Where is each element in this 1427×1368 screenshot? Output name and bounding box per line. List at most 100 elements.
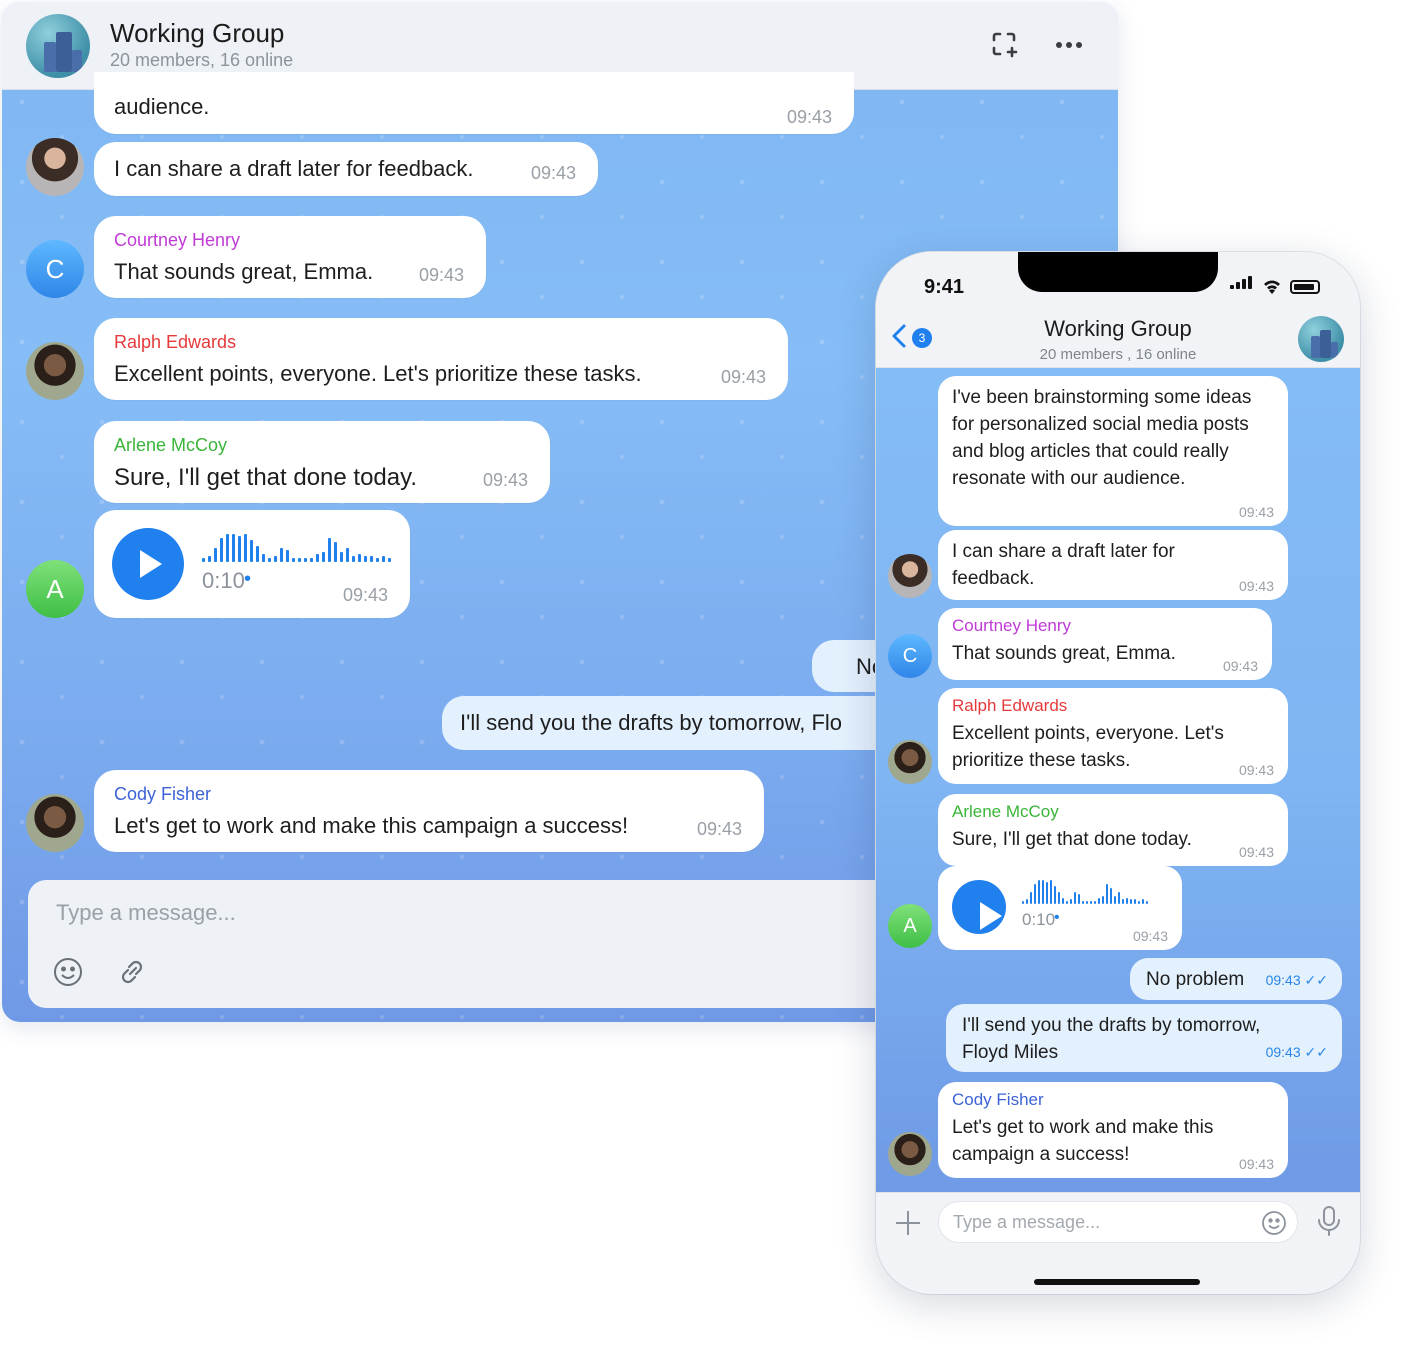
microphone-icon[interactable] <box>1316 1205 1342 1237</box>
message-time: 09:43 <box>418 265 464 285</box>
avatar-cody[interactable] <box>26 794 84 852</box>
emoji-icon[interactable] <box>1261 1210 1287 1236</box>
sender-name[interactable]: Cody Fisher <box>114 784 744 805</box>
message-text: I'll send you the drafts by tomorrow, Fl… <box>962 1015 1261 1063</box>
message-text: Let's get to work and make this campaign… <box>114 813 629 838</box>
phone-chat-area[interactable]: I've been brainstorming some ideas for p… <box>876 368 1360 1192</box>
message-text: I'll send you the drafts by tomorrow, Fl… <box>460 710 843 735</box>
message-time: 09:43 <box>1238 762 1274 778</box>
message-time: 09:43 <box>1222 658 1258 674</box>
voice-duration: 0:10 <box>1022 910 1056 929</box>
play-button[interactable] <box>952 880 1006 934</box>
voice-waveform[interactable] <box>1022 880 1148 904</box>
message-time: 09:43 <box>482 470 528 490</box>
status-clock: 9:41 <box>924 276 965 298</box>
message-bubble[interactable]: Courtney Henry That sounds great, Emma. … <box>938 608 1272 680</box>
message-text: That sounds great, Emma. <box>114 259 374 284</box>
message-bubble[interactable]: Cody Fisher Let's get to work and make t… <box>94 770 764 852</box>
status-icons <box>1230 276 1320 294</box>
voice-duration: 0:10 <box>202 568 245 593</box>
message-bubble[interactable]: Cody Fisher Let's get to work and make t… <box>938 1082 1288 1178</box>
avatar-emma[interactable] <box>888 554 932 598</box>
avatar-ralph[interactable] <box>26 342 84 400</box>
voice-unplayed-dot: • <box>244 568 252 590</box>
avatar-courtney[interactable]: C <box>26 240 84 298</box>
screenshot-add-icon[interactable] <box>988 28 1022 62</box>
read-checkmarks-icon: ✓✓ <box>1304 1044 1328 1060</box>
voice-message[interactable]: 0:10 • 09:43 <box>94 510 410 618</box>
message-text: No problem <box>1146 969 1245 990</box>
message-text: I can share a draft later for feedback. <box>114 156 474 181</box>
message-time: 09:43 <box>1238 1156 1274 1172</box>
avatar-arlene[interactable]: A <box>888 904 932 948</box>
message-text: Let's get to work and make this campaign… <box>952 1117 1214 1165</box>
group-avatar[interactable] <box>1298 316 1344 362</box>
chat-subtitle: 20 members, 16 online <box>110 50 294 70</box>
phone-mockup: 9:41 3 Working Group 20 members , 16 onl… <box>876 252 1360 1294</box>
outgoing-message[interactable]: I'll send you the drafts by tomorrow, Fl… <box>946 1004 1342 1072</box>
sender-name[interactable]: Ralph Edwards <box>114 332 768 353</box>
phone-composer: Type a message... <box>876 1192 1360 1294</box>
message-text: I can share a draft later for feedback. <box>952 541 1175 589</box>
message-text: I've been brainstorming some ideas for p… <box>952 387 1252 489</box>
message-time: 09:43 <box>1238 844 1274 860</box>
message-time: 09:43 <box>696 819 742 839</box>
message-time: 09:43 <box>1238 504 1274 520</box>
message-bubble[interactable]: I've been brainstorming some ideas for p… <box>938 376 1288 526</box>
message-text: audience. <box>114 94 210 119</box>
sender-name[interactable]: Courtney Henry <box>952 616 1258 636</box>
avatar-emma[interactable] <box>26 138 84 196</box>
sender-name[interactable]: Courtney Henry <box>114 230 466 251</box>
message-text: Sure, I'll get that done today. <box>952 829 1192 850</box>
message-text: Excellent points, everyone. Let's priori… <box>114 361 642 386</box>
message-bubble[interactable]: I can share a draft later for feedback. … <box>94 142 598 196</box>
message-time: 09:43 <box>342 585 388 605</box>
message-bubble[interactable]: audience. 09:43 <box>94 72 854 134</box>
message-bubble[interactable]: Ralph Edwards Excellent points, everyone… <box>938 688 1288 784</box>
add-attachment-icon[interactable] <box>894 1209 922 1237</box>
message-time: 09:43 ✓✓ <box>1265 972 1328 988</box>
more-options-icon[interactable] <box>1052 28 1086 62</box>
message-bubble[interactable]: Arlene McCoy Sure, I'll get that done to… <box>94 421 550 503</box>
message-time: 09:43 <box>530 163 576 183</box>
sender-name[interactable]: Arlene McCoy <box>952 802 1274 822</box>
battery-icon <box>1290 280 1320 294</box>
message-bubble[interactable]: Arlene McCoy Sure, I'll get that done to… <box>938 794 1288 866</box>
play-button[interactable] <box>112 528 184 600</box>
avatar-cody[interactable] <box>888 1132 932 1176</box>
read-checkmarks-icon: ✓✓ <box>1304 972 1328 988</box>
chat-title: Working Group <box>110 18 285 48</box>
chat-subtitle: 20 members , 16 online <box>1039 346 1197 363</box>
group-avatar[interactable] <box>26 14 90 78</box>
message-input[interactable]: Type a message... <box>953 1212 1100 1233</box>
sender-name[interactable]: Ralph Edwards <box>952 696 1274 716</box>
message-bubble[interactable]: Courtney Henry That sounds great, Emma. … <box>94 216 486 298</box>
message-input[interactable]: Type a message... <box>56 900 236 926</box>
signal-icon <box>1230 276 1254 294</box>
avatar-arlene[interactable]: A <box>26 560 84 618</box>
wifi-icon <box>1262 278 1282 294</box>
message-bubble[interactable]: I can share a draft later for feedback. … <box>938 530 1288 600</box>
message-input-field[interactable]: Type a message... <box>938 1201 1298 1243</box>
attachment-icon[interactable] <box>116 956 148 988</box>
message-text: Sure, I'll get that done today. <box>114 464 417 491</box>
message-text: That sounds great, Emma. <box>952 643 1176 664</box>
sender-name[interactable]: Arlene McCoy <box>114 435 530 456</box>
voice-unplayed-dot: • <box>1054 909 1060 926</box>
message-bubble[interactable]: Ralph Edwards Excellent points, everyone… <box>94 318 788 400</box>
voice-message[interactable]: 0:10 • 09:43 <box>938 866 1182 950</box>
sender-name[interactable]: Cody Fisher <box>952 1090 1274 1110</box>
home-indicator[interactable] <box>1034 1279 1200 1285</box>
message-time: 09:43 <box>720 367 766 387</box>
voice-waveform[interactable] <box>202 532 391 562</box>
avatar-courtney[interactable]: C <box>888 634 932 678</box>
emoji-icon[interactable] <box>52 956 84 988</box>
message-time: 09:43 ✓✓ <box>1265 1044 1328 1060</box>
message-text: Excellent points, everyone. Let's priori… <box>952 723 1224 771</box>
phone-notch <box>1018 252 1218 292</box>
message-time: 09:43 <box>786 107 832 127</box>
phone-header: 9:41 3 Working Group 20 members , 16 onl… <box>876 252 1360 368</box>
chat-title: Working Group <box>1044 316 1192 341</box>
avatar-ralph[interactable] <box>888 740 932 784</box>
outgoing-message[interactable]: No problem 09:43 ✓✓ <box>1130 958 1342 1000</box>
